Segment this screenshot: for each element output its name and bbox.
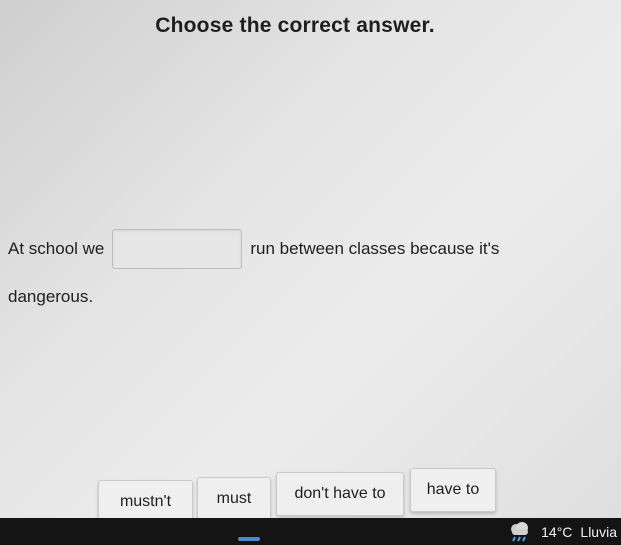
weather-widget[interactable]: 14°C Lluvia [507,520,621,544]
sentence-after-text: run between classes because it's [250,239,500,258]
quiz-screen: Choose the correct answer. At school we … [0,0,621,524]
sentence-before-text: At school we [8,239,105,258]
weather-temperature: 14°C [541,524,573,540]
option-must-button[interactable]: must [197,477,271,521]
weather-description: Lluvia [580,524,617,540]
taskbar: 14°C Lluvia [0,518,621,545]
option-have-to-button[interactable]: have to [410,468,496,512]
sentence-line-2: dangerous. [8,287,94,306]
sentence-line-1: At school we run between classes because… [8,228,499,270]
taskbar-active-indicator [238,537,260,541]
rain-cloud-icon [507,522,533,542]
answer-drop-slot[interactable] [112,229,243,269]
option-dont-have-to-button[interactable]: don't have to [276,472,404,516]
question-title: Choose the correct answer. [155,14,435,37]
